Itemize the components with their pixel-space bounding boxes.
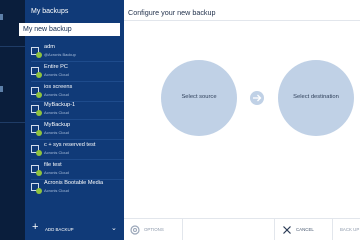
select-destination-label: Select destination <box>293 94 339 100</box>
backup-list-item[interactable]: ios screens Acronis Cloud <box>25 82 124 102</box>
backup-location: Acronis Cloud <box>44 130 69 135</box>
backup-name: Acronis Bootable Media <box>44 180 104 186</box>
backup-list-item[interactable]: MyBackup-1 Acronis Cloud <box>25 100 124 120</box>
backup-status-icon <box>36 52 42 58</box>
backups-sidebar: My backups adm @Acronis Backup Entire PC… <box>25 0 124 240</box>
backup-status-icon <box>36 110 42 116</box>
backup-status-icon <box>36 150 42 156</box>
select-source-button[interactable]: Select source <box>161 60 237 136</box>
chevron-down-icon[interactable]: ⌄ <box>111 224 117 232</box>
rail-divider <box>0 46 25 47</box>
main-panel: Configure your new backup Select source … <box>124 0 360 240</box>
page-title: Configure your new backup <box>128 8 216 17</box>
toolbar-divider <box>332 219 333 240</box>
backup-location: Acronis Cloud <box>44 170 69 175</box>
backup-status-icon <box>36 170 42 176</box>
backup-location: Acronis Cloud <box>44 150 69 155</box>
backup-list-item[interactable]: Acronis Bootable Media Acronis Cloud <box>25 178 124 198</box>
backup-list-item[interactable]: Entire PC Acronis Cloud <box>25 62 124 82</box>
back-up-button[interactable]: BACK UP <box>340 227 359 232</box>
arrow-right-icon <box>250 91 264 105</box>
options-button[interactable]: OPTIONS <box>144 227 164 232</box>
backup-location: Acronis Cloud <box>44 72 69 77</box>
backup-location: Acronis Cloud <box>44 110 69 115</box>
backup-status-icon <box>36 72 42 78</box>
backup-name: c + sys reserved test <box>44 142 96 148</box>
backup-name: MyBackup-1 <box>44 102 76 108</box>
backup-status-icon <box>36 92 42 98</box>
add-backup-button[interactable]: + ADD BACKUP ⌄ <box>25 218 124 240</box>
backup-name: ios screens <box>44 84 73 90</box>
add-backup-label: ADD BACKUP <box>45 227 74 232</box>
gear-icon[interactable] <box>128 223 142 237</box>
backup-status-icon <box>36 188 42 194</box>
x-icon[interactable] <box>280 223 294 237</box>
rail-divider <box>0 122 25 123</box>
rail-marker <box>0 14 3 20</box>
backup-list-item[interactable]: c + sys reserved test Acronis Cloud <box>25 140 124 160</box>
bottom-toolbar: OPTIONS CANCEL BACK UP <box>124 218 360 240</box>
cancel-button[interactable]: CANCEL <box>296 227 314 232</box>
backup-list-item[interactable]: adm @Acronis Backup <box>25 42 124 62</box>
header-divider <box>124 20 360 21</box>
toolbar-divider <box>274 219 275 240</box>
select-destination-button[interactable]: Select destination <box>278 60 354 136</box>
backup-location: Acronis Cloud <box>44 92 69 97</box>
backup-list-item[interactable]: file test Acronis Cloud <box>25 160 124 180</box>
backup-name: adm <box>44 44 55 50</box>
backup-list-item[interactable]: MyBackup Acronis Cloud <box>25 120 124 140</box>
app-nav-rail <box>0 0 25 240</box>
backup-status-icon <box>36 130 42 136</box>
backup-name: Entire PC <box>44 64 68 70</box>
toolbar-divider <box>182 219 183 240</box>
new-backup-item[interactable]: My new backup <box>19 23 120 36</box>
backup-name: MyBackup <box>44 122 71 128</box>
rail-marker <box>0 86 3 92</box>
backup-name: file test <box>44 162 62 168</box>
sidebar-title: My backups <box>31 8 69 15</box>
backup-location: Acronis Cloud <box>44 188 69 193</box>
select-source-label: Select source <box>181 94 217 100</box>
plus-icon: + <box>32 221 39 233</box>
backup-location: @Acronis Backup <box>44 52 76 57</box>
